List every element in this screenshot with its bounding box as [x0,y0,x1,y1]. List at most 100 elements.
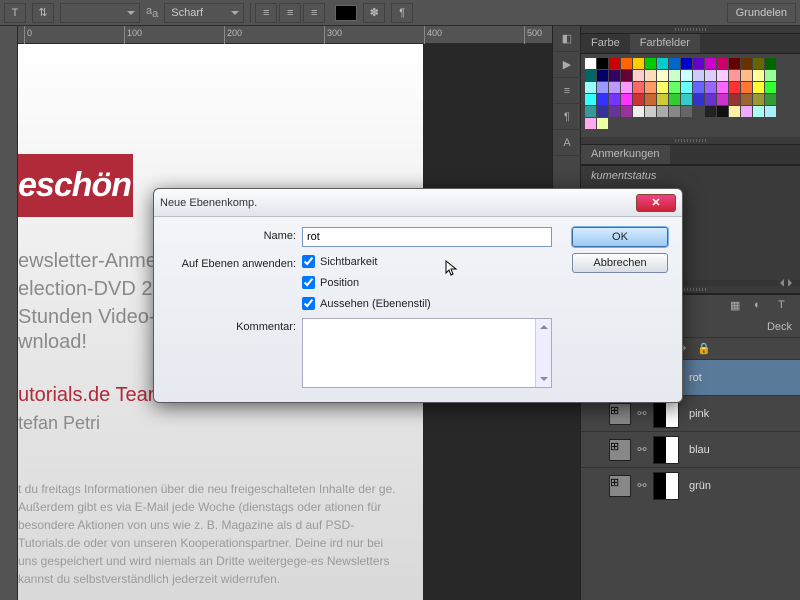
tab-farbfelder[interactable]: Farbfelder [630,34,700,53]
color-swatch[interactable] [681,58,692,69]
color-swatch[interactable] [597,82,608,93]
color-swatch[interactable] [729,94,740,105]
color-swatch[interactable] [645,82,656,93]
color-swatch[interactable] [657,82,668,93]
layer-thumb[interactable]: ⊞ [609,439,631,461]
color-swatch[interactable] [681,106,692,117]
color-swatch[interactable] [693,106,704,117]
color-swatch[interactable] [693,94,704,105]
cancel-button[interactable]: Abbrechen [572,253,668,273]
color-swatch[interactable] [669,82,680,93]
color-swatch[interactable] [585,70,596,81]
color-swatch[interactable] [645,70,656,81]
color-swatch[interactable] [585,106,596,117]
layer-mask-thumb[interactable] [653,472,679,500]
color-swatch[interactable] [633,70,644,81]
layer-thumb[interactable]: ⊞ [609,475,631,497]
layer-name[interactable]: blau [689,444,710,456]
font-size-select[interactable] [60,3,140,23]
color-swatch[interactable] [669,58,680,69]
color-swatch[interactable] [585,94,596,105]
history-icon[interactable]: ◧ [553,26,581,52]
character-icon[interactable]: A [553,130,581,156]
layer-name[interactable]: pink [689,408,709,420]
visibility-checkbox[interactable]: Sichtbarkeit [302,255,560,268]
layer-row[interactable]: ⊞⚯grün [581,467,800,503]
paragraph-panel-icon[interactable]: ¶ [391,3,413,23]
color-swatch[interactable] [621,58,632,69]
color-swatch[interactable] [705,106,716,117]
color-swatch[interactable] [681,82,692,93]
color-swatch[interactable] [633,94,644,105]
paragraph-icon[interactable]: ¶ [553,104,581,130]
swatches-grid[interactable] [581,54,800,137]
color-swatch[interactable] [765,70,776,81]
color-swatch[interactable] [585,58,596,69]
color-swatch[interactable] [765,94,776,105]
filter-adjust-icon[interactable]: ◐ [754,299,770,313]
align-right-icon[interactable]: ≡ [303,3,325,23]
position-checkbox[interactable]: Position [302,276,560,289]
color-swatch[interactable] [693,70,704,81]
color-swatch[interactable] [753,58,764,69]
warp-text-icon[interactable]: ✽ [363,3,385,23]
color-swatch[interactable] [705,58,716,69]
visibility-toggle[interactable] [587,478,603,494]
color-swatch[interactable] [753,70,764,81]
color-swatch[interactable] [621,82,632,93]
color-swatch[interactable] [585,118,596,129]
color-swatch[interactable] [693,58,704,69]
filter-pixel-icon[interactable]: ▦ [730,299,746,313]
align-center-icon[interactable]: ≡ [279,3,301,23]
color-swatch[interactable] [585,82,596,93]
color-swatch[interactable] [645,58,656,69]
color-swatch[interactable] [621,94,632,105]
color-swatch[interactable] [645,94,656,105]
color-swatch[interactable] [669,106,680,117]
color-swatch[interactable] [609,106,620,117]
color-swatch[interactable] [729,58,740,69]
color-swatch[interactable] [609,58,620,69]
color-swatch[interactable] [681,70,692,81]
text-color-swatch[interactable] [335,5,357,21]
close-button[interactable]: ✕ [636,194,676,212]
color-swatch[interactable] [717,94,728,105]
color-swatch[interactable] [741,82,752,93]
name-input[interactable] [302,227,552,247]
color-swatch[interactable] [753,106,764,117]
color-swatch[interactable] [669,94,680,105]
color-swatch[interactable] [597,94,608,105]
tab-anmerkungen[interactable]: Anmerkungen [581,145,670,164]
color-swatch[interactable] [681,94,692,105]
tab-farbe[interactable]: Farbe [581,34,630,53]
color-swatch[interactable] [597,106,608,117]
visibility-toggle[interactable] [587,406,603,422]
comment-textarea[interactable] [302,318,552,388]
workspace-switcher[interactable]: Grundelen [727,3,796,23]
color-swatch[interactable] [645,106,656,117]
color-swatch[interactable] [657,70,668,81]
color-swatch[interactable] [657,58,668,69]
color-swatch[interactable] [753,94,764,105]
color-swatch[interactable] [741,94,752,105]
color-swatch[interactable] [765,82,776,93]
toggle-icon[interactable]: ⇅ [32,3,54,23]
color-swatch[interactable] [741,106,752,117]
color-swatch[interactable] [765,106,776,117]
properties-icon[interactable]: ≡ [553,78,581,104]
color-swatch[interactable] [621,106,632,117]
layer-name[interactable]: rot [689,372,702,384]
color-swatch[interactable] [717,70,728,81]
color-swatch[interactable] [717,106,728,117]
color-swatch[interactable] [705,70,716,81]
color-swatch[interactable] [717,58,728,69]
play-icon[interactable]: ▶ [553,52,581,78]
color-swatch[interactable] [741,70,752,81]
antialias-select[interactable]: Scharf [164,3,244,23]
color-swatch[interactable] [693,82,704,93]
ok-button[interactable]: OK [572,227,668,247]
align-left-icon[interactable]: ≡ [255,3,277,23]
color-swatch[interactable] [609,70,620,81]
color-swatch[interactable] [609,82,620,93]
color-swatch[interactable] [729,82,740,93]
